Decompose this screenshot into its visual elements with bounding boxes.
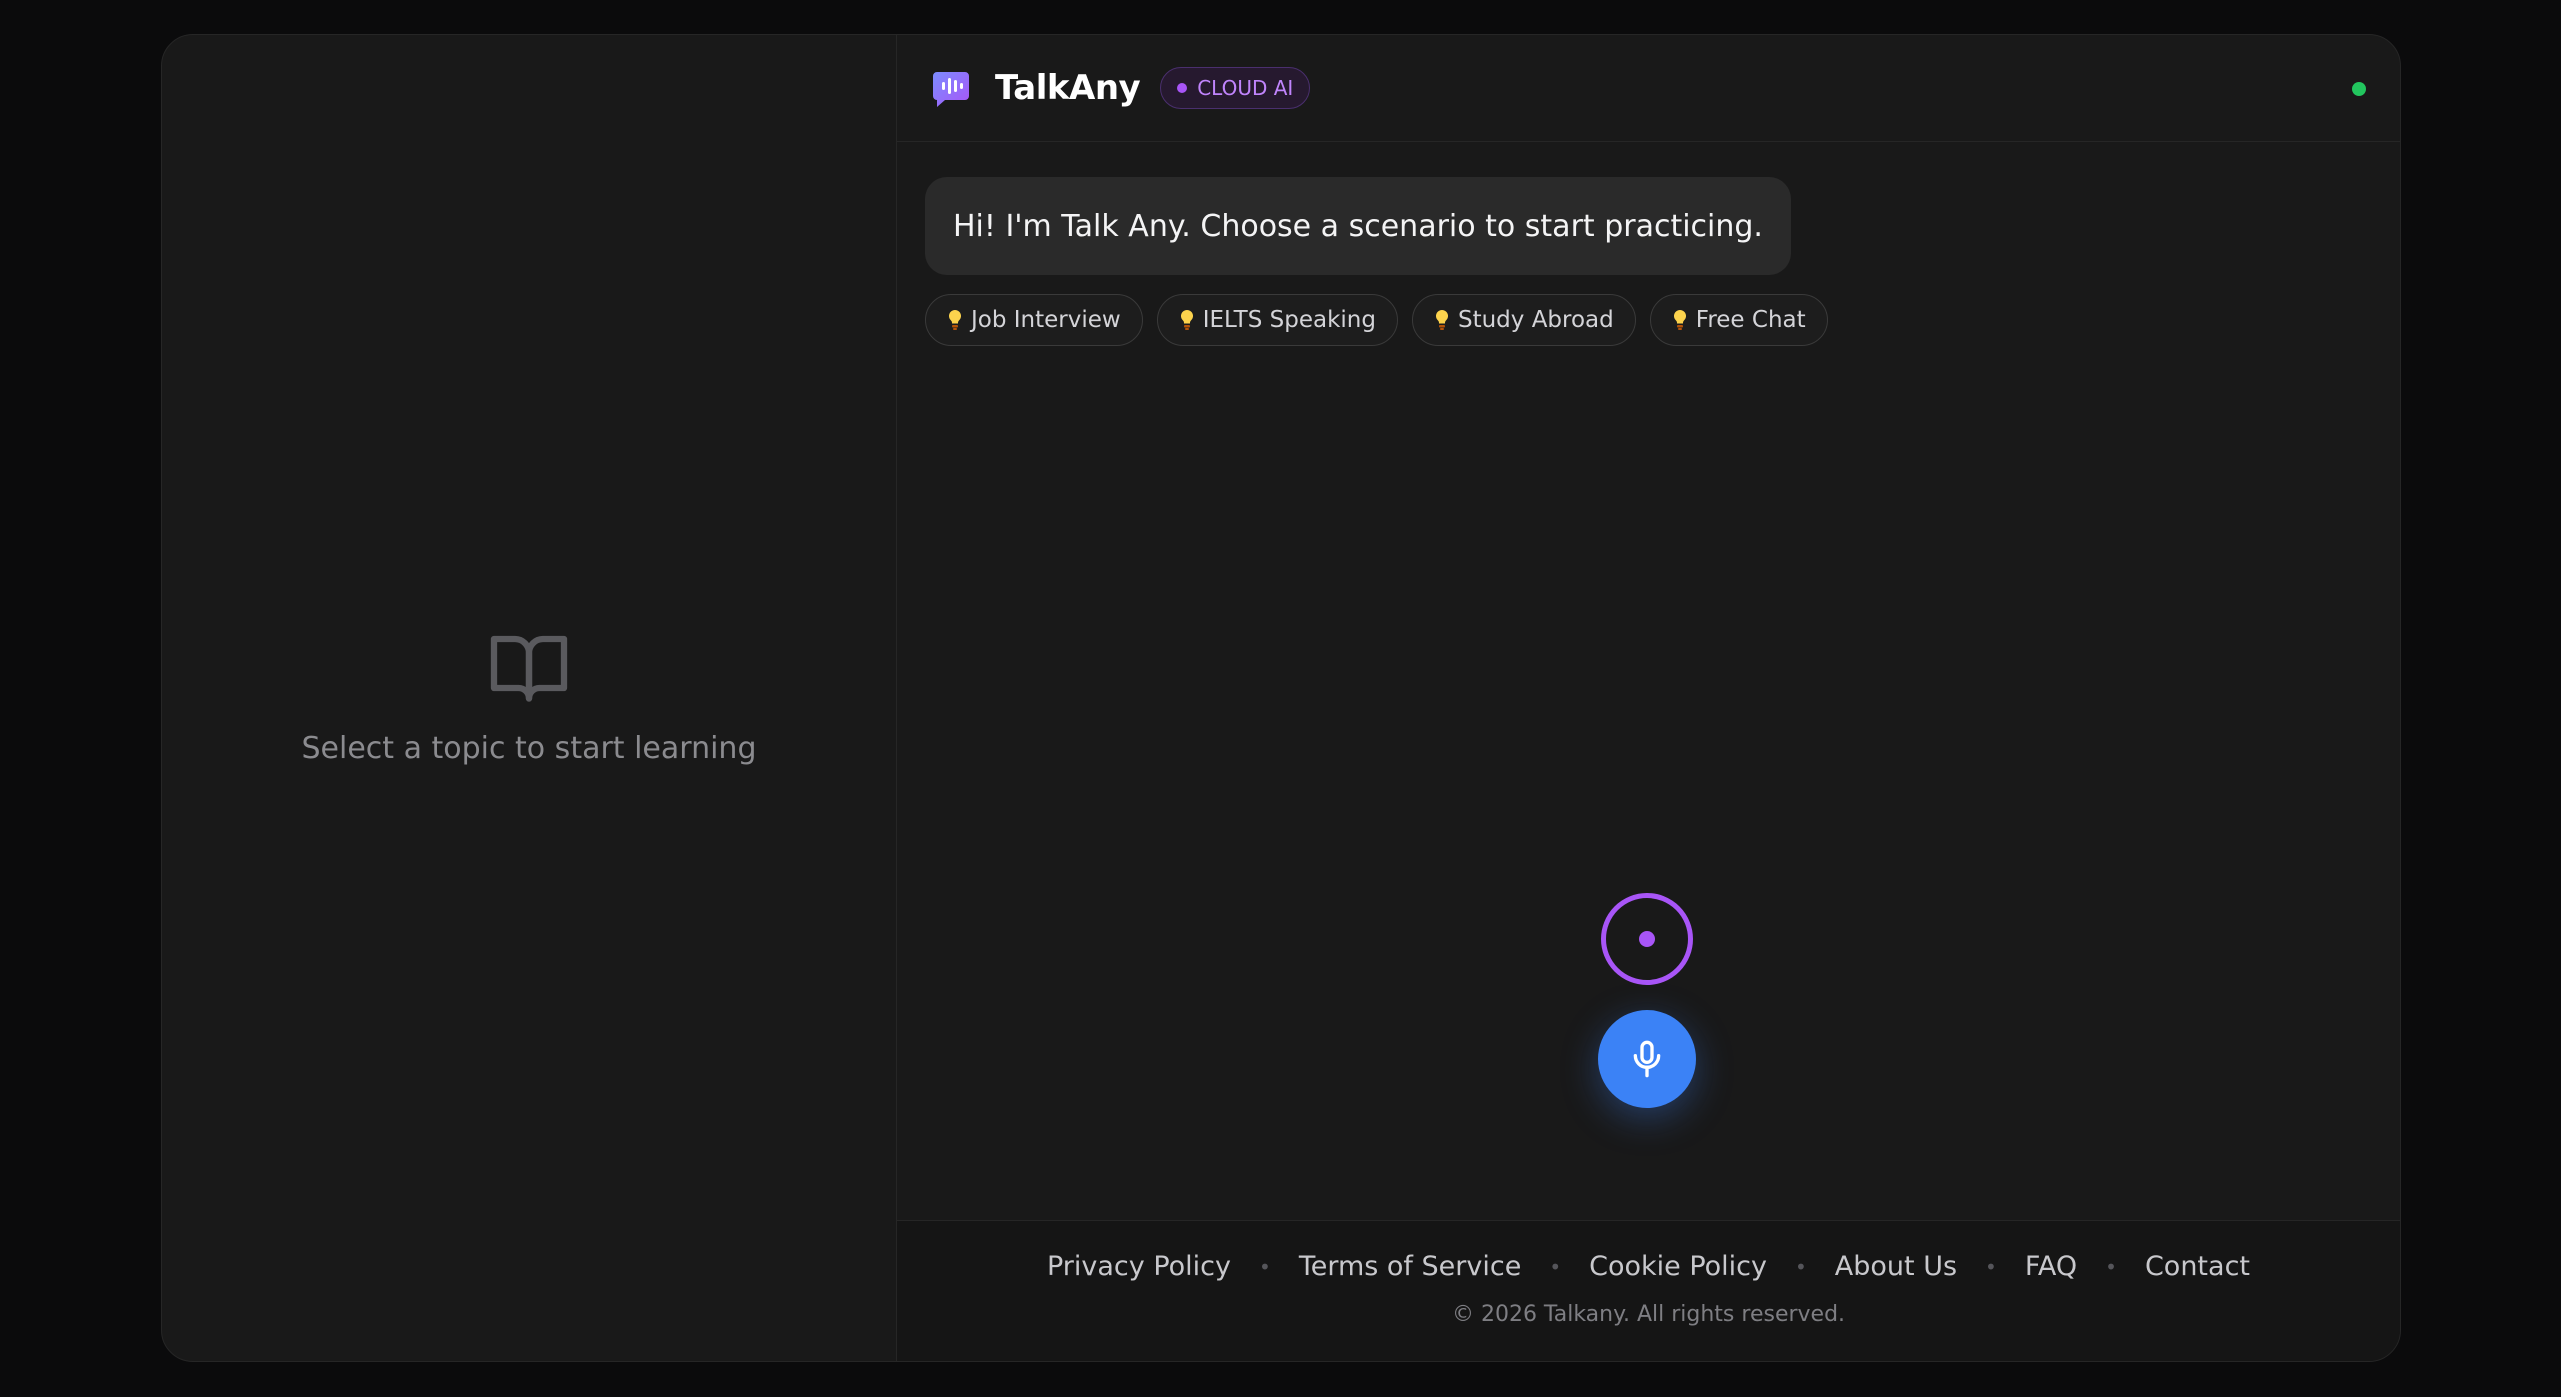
record-dot bbox=[1639, 931, 1655, 947]
chat-waveform-icon bbox=[933, 72, 969, 107]
badge-label: CLOUD AI bbox=[1197, 76, 1294, 100]
footer-link-faq[interactable]: FAQ bbox=[2025, 1251, 2077, 1282]
scenario-chip-study-abroad[interactable]: Study Abroad bbox=[1411, 294, 1636, 346]
scenario-chip-ielts-speaking[interactable]: IELTS Speaking bbox=[1156, 294, 1398, 346]
footer-separator: • bbox=[1795, 1254, 1807, 1279]
connection-status-dot bbox=[2352, 82, 2366, 96]
app-window: Select a topic to start learning TalkAny bbox=[161, 34, 2401, 1362]
scenario-chip-free-chat[interactable]: Free Chat bbox=[1649, 294, 1828, 346]
scenario-chips: Job Interview IELTS Speaking Study Abroa… bbox=[925, 294, 1828, 346]
chip-label: IELTS Speaking bbox=[1202, 307, 1376, 333]
record-ring-icon bbox=[1601, 893, 1693, 985]
assistant-message: Hi! I'm Talk Any. Choose a scenario to s… bbox=[925, 177, 1791, 275]
cloud-ai-badge: CLOUD AI bbox=[1160, 67, 1311, 109]
footer-separator: • bbox=[2105, 1254, 2117, 1279]
chip-label: Free Chat bbox=[1695, 307, 1806, 333]
lightbulb-icon bbox=[949, 310, 961, 330]
microphone-icon bbox=[1633, 1040, 1661, 1078]
footer-link-cookie-policy[interactable]: Cookie Policy bbox=[1589, 1251, 1767, 1282]
footer-separator: • bbox=[1549, 1254, 1562, 1279]
footer-separator: • bbox=[1259, 1254, 1271, 1279]
footer-link-contact[interactable]: Contact bbox=[2145, 1251, 2250, 1282]
footer-link-about-us[interactable]: About Us bbox=[1835, 1251, 1957, 1282]
lightbulb-icon bbox=[1435, 310, 1448, 330]
empty-state: Select a topic to start learning bbox=[162, 625, 896, 766]
lightbulb-icon bbox=[1180, 310, 1193, 330]
chat-panel: TalkAny CLOUD AI Hi! I'm Talk Any. Choos… bbox=[897, 35, 2400, 1361]
microphone-button[interactable] bbox=[1598, 1010, 1696, 1108]
footer-links: Privacy Policy • Terms of Service • Cook… bbox=[1047, 1251, 2250, 1282]
copyright-text: © 2026 Talkany. All rights reserved. bbox=[1451, 1302, 1846, 1327]
empty-state-text: Select a topic to start learning bbox=[301, 731, 757, 766]
footer-separator: • bbox=[1985, 1254, 1997, 1279]
topic-panel: Select a topic to start learning bbox=[162, 35, 897, 1361]
lightbulb-icon bbox=[1673, 310, 1686, 330]
chat-header: TalkAny CLOUD AI bbox=[897, 35, 2400, 142]
brand-name: TalkAny bbox=[995, 68, 1141, 108]
footer-link-privacy-policy[interactable]: Privacy Policy bbox=[1047, 1251, 1231, 1282]
scenario-chip-job-interview[interactable]: Job Interview bbox=[925, 294, 1143, 346]
chip-label: Study Abroad bbox=[1457, 307, 1614, 333]
open-book-icon bbox=[490, 635, 568, 702]
chip-label: Job Interview bbox=[971, 307, 1121, 333]
footer: Privacy Policy • Terms of Service • Cook… bbox=[897, 1220, 2400, 1361]
footer-link-terms-of-service[interactable]: Terms of Service bbox=[1299, 1251, 1522, 1282]
badge-dot-icon bbox=[1177, 83, 1188, 93]
